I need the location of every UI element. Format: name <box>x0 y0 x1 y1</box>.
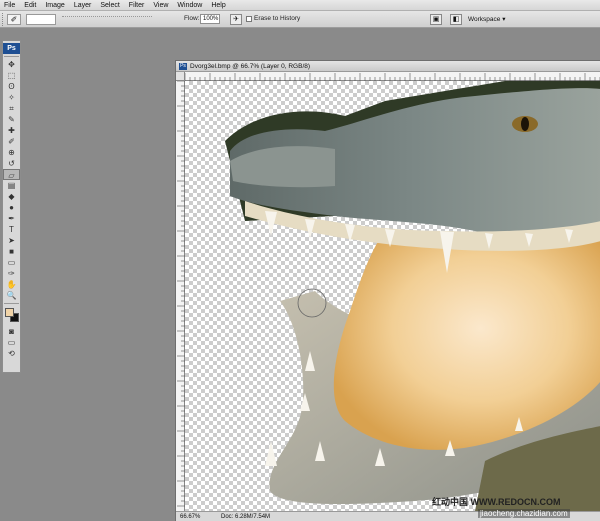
tools-palette: Ps ✥ ⬚ ʘ ✧ ⌗ ✎ ✚ ✐ ⊕ ↺ ▱ ▤ ◆ ● ✒ T ➤ ■ ▭ ✑ ✋ 🔍 ◙ ▭ ⟲ <box>2 40 21 373</box>
options-bar: ✐ Flow: 100% ✈ Erase to History ▣ ◧ Work… <box>0 11 600 28</box>
erase-to-history-label: Erase to History <box>254 15 301 22</box>
vertical-ruler[interactable] <box>176 80 185 511</box>
menu-help[interactable]: Help <box>211 0 225 11</box>
zoom-icon[interactable]: 🔍 <box>3 290 20 301</box>
canvas[interactable] <box>185 81 600 511</box>
tool-preset-picker[interactable]: ✐ <box>7 14 21 25</box>
menu-view[interactable]: View <box>153 0 168 11</box>
flow-field[interactable]: 100% <box>200 14 220 24</box>
brush-icon[interactable]: ✐ <box>3 136 20 147</box>
watermark-text: 红动中国 WWW.REDOCN.COM <box>432 497 561 507</box>
menu-image[interactable]: Image <box>45 0 64 11</box>
document-window: Ps Dvorg3el.bmp @ 66.7% (Layer 0, RGB/8) <box>175 60 600 521</box>
flow-label: Flow: <box>184 15 200 22</box>
lasso-icon[interactable]: ʘ <box>3 81 20 92</box>
path-select-icon[interactable]: ➤ <box>3 235 20 246</box>
airbrush-icon[interactable]: ✈ <box>230 14 242 25</box>
hand-icon[interactable]: ✋ <box>3 279 20 290</box>
ruler-origin[interactable] <box>176 72 185 81</box>
menu-filter[interactable]: Filter <box>129 0 145 11</box>
notes-icon[interactable]: ▭ <box>3 257 20 268</box>
tool-list: ✥ ⬚ ʘ ✧ ⌗ ✎ ✚ ✐ ⊕ ↺ ▱ ▤ ◆ ● ✒ T ➤ ■ ▭ ✑ ✋ 🔍 <box>3 59 20 301</box>
color-swatches[interactable] <box>3 306 20 326</box>
mode-separator <box>62 16 152 23</box>
document-ps-icon: Ps <box>179 63 187 70</box>
healing-brush-icon[interactable]: ✚ <box>3 125 20 136</box>
history-brush-icon[interactable]: ↺ <box>3 158 20 169</box>
magic-wand-icon[interactable]: ✧ <box>3 92 20 103</box>
crop-icon[interactable]: ⌗ <box>3 103 20 114</box>
blur-icon[interactable]: ◆ <box>3 191 20 202</box>
menu-edit[interactable]: Edit <box>24 0 36 11</box>
document-title: Dvorg3el.bmp @ 66.7% (Layer 0, RGB/8) <box>190 63 311 70</box>
menu-layer[interactable]: Layer <box>74 0 92 11</box>
workspace-button[interactable]: Workspace ▾ <box>468 14 505 25</box>
type-icon[interactable]: T <box>3 224 20 235</box>
eyedropper2-icon[interactable]: ✑ <box>3 268 20 279</box>
zoom-level[interactable]: 66.67% <box>180 512 200 521</box>
horizontal-ruler[interactable] <box>184 72 600 81</box>
menu-bar: File Edit Image Layer Select Filter View… <box>0 0 600 11</box>
pen-icon[interactable]: ✒ <box>3 213 20 224</box>
erase-to-history-checkbox[interactable] <box>246 16 252 22</box>
dodge-icon[interactable]: ● <box>3 202 20 213</box>
shape-icon[interactable]: ■ <box>3 246 20 257</box>
photoshop-logo: Ps <box>3 43 20 54</box>
tool-separator <box>4 56 19 57</box>
imageready-icon[interactable]: ⟲ <box>3 348 20 359</box>
clone-stamp-icon[interactable]: ⊕ <box>3 147 20 158</box>
gradient-icon[interactable]: ▤ <box>3 180 20 191</box>
screen-mode-icon[interactable]: ▭ <box>3 337 20 348</box>
tool-separator <box>4 303 19 304</box>
brush-picker[interactable] <box>26 14 56 25</box>
document-size[interactable]: Doc: 6.28M/7.54M <box>221 512 270 521</box>
menu-file[interactable]: File <box>4 0 15 11</box>
watermark-url: jiaocheng.chazidian.com <box>478 509 570 518</box>
foreground-color-swatch[interactable] <box>5 308 14 317</box>
bridge-icon[interactable]: ◧ <box>450 14 462 25</box>
eyedropper-icon[interactable]: ✎ <box>3 114 20 125</box>
marquee-icon[interactable]: ⬚ <box>3 70 20 81</box>
palette-well-icon[interactable]: ▣ <box>430 14 442 25</box>
menu-window[interactable]: Window <box>177 0 202 11</box>
move-icon[interactable]: ✥ <box>3 59 20 70</box>
quick-mask-icon[interactable]: ◙ <box>3 326 20 337</box>
options-grip[interactable] <box>2 13 5 26</box>
document-title-bar[interactable]: Ps Dvorg3el.bmp @ 66.7% (Layer 0, RGB/8) <box>176 61 600 72</box>
menu-select[interactable]: Select <box>100 0 119 11</box>
eraser-icon[interactable]: ▱ <box>3 169 20 180</box>
crocodile-image <box>225 81 600 511</box>
